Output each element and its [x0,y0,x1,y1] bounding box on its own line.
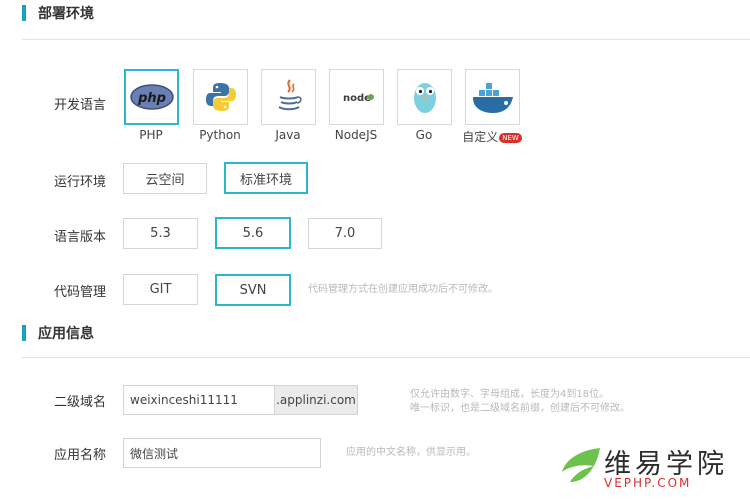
runtime-option-standard[interactable]: 标准环境 [224,162,308,194]
app-name-input[interactable]: 微信测试 [123,438,321,468]
section-divider [22,357,750,358]
subdomain-input[interactable]: weixinceshi11111 [123,385,275,415]
watermark-logo: 维易学院 VEPHP.COM [560,442,746,494]
php-icon: php [129,84,174,110]
version-label: 语言版本 [54,230,107,245]
language-label: 开发语言 [54,98,107,113]
vcs-label: 代码管理 [54,285,107,300]
subdomain-suffix: .applinzi.com [274,385,358,415]
runtime-label: 运行环境 [54,175,107,190]
section-accent-bar [22,5,26,21]
subdomain-label: 二级域名 [54,395,107,410]
vcs-hint: 代码管理方式在创建应用成功后不可修改。 [308,284,498,295]
leaf-icon [562,448,600,482]
nodejs-icon: node [343,93,374,104]
version-option-7-0[interactable]: 7.0 [308,218,382,249]
python-icon [205,83,236,111]
docker-icon [472,83,513,113]
subdomain-hint-line1: 仅允许由数字、字母组成，长度为4到18位。 [410,389,610,400]
svg-text:php: php [137,91,166,106]
language-tile-go[interactable] [397,69,452,125]
language-tile-php[interactable]: php [124,69,179,125]
app-name-label: 应用名称 [54,448,107,463]
language-tile-java[interactable] [261,69,316,125]
section-accent-bar [22,325,26,341]
section-title-deploy: 部署环境 [38,6,94,22]
language-label-custom-text: 自定义 [462,130,499,144]
java-icon [277,79,302,111]
language-tile-python[interactable] [193,69,248,125]
version-option-5-3[interactable]: 5.3 [123,218,198,249]
vcs-option-svn[interactable]: SVN [215,274,291,306]
svg-text:node: node [343,93,371,104]
app-name-hint: 应用的中文名称，供显示用。 [346,447,476,458]
go-icon [413,83,436,113]
language-tile-custom[interactable] [465,69,520,125]
version-option-5-6[interactable]: 5.6 [215,217,291,249]
subdomain-hint-line2: 唯一标识，也是二级域名前缀，创建后不可修改。 [410,403,630,414]
section-divider [22,39,750,40]
section-title-app: 应用信息 [38,326,94,342]
language-label-php: PHP [139,128,163,142]
section-header-app: 应用信息 [22,322,94,344]
section-header-deploy: 部署环境 [22,2,94,24]
watermark-en: VEPHP.COM [604,476,692,490]
language-label-custom: 自定义 NEW [452,128,532,145]
runtime-option-cloud[interactable]: 云空间 [123,163,207,194]
new-badge: NEW [499,133,522,143]
vcs-option-git[interactable]: GIT [123,274,198,305]
language-tile-nodejs[interactable]: node [329,69,384,125]
